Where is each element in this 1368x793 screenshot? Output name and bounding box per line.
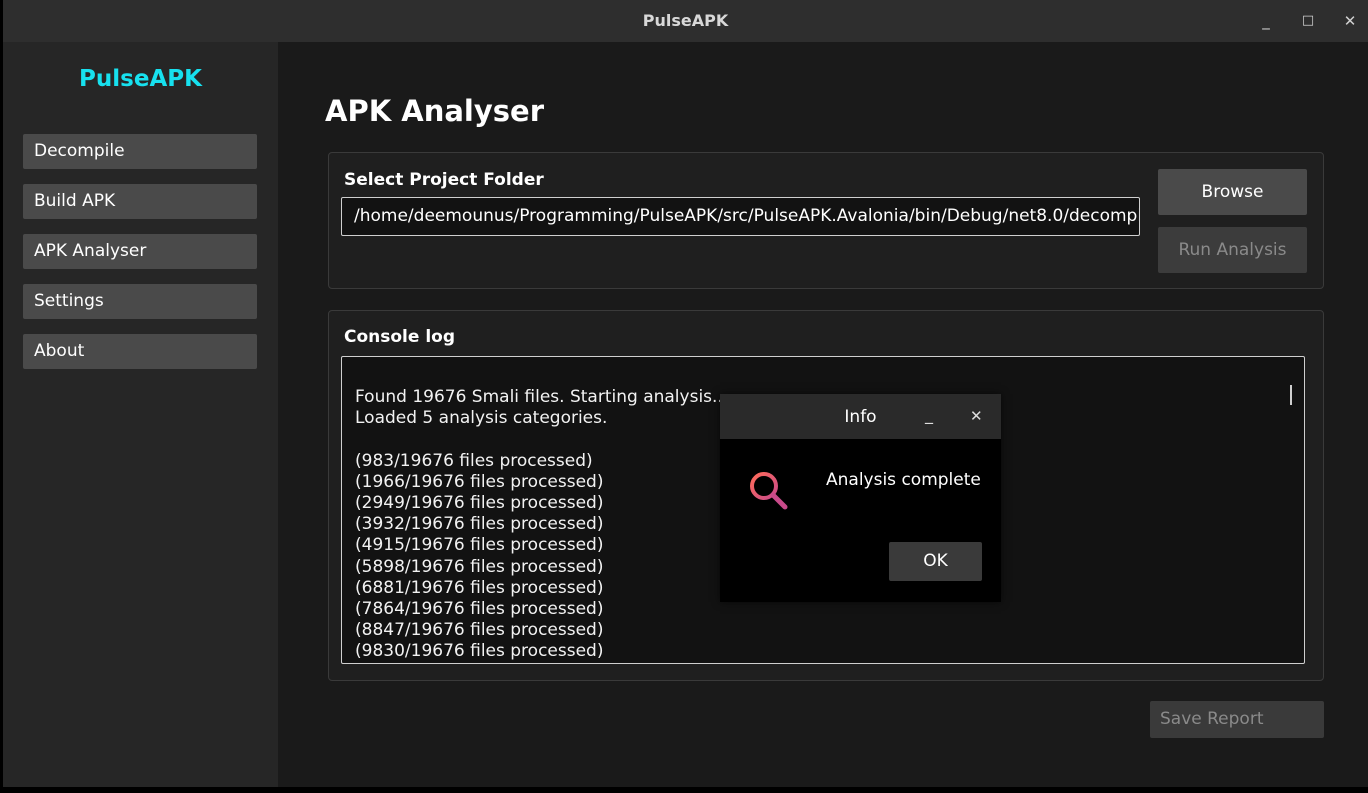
console-line: (1966/19676 files processed) (355, 471, 604, 492)
console-line: Loaded 5 analysis categories. (355, 408, 608, 429)
background-strip (0, 787, 1368, 793)
sidebar-item-apk-analyser[interactable]: APK Analyser (23, 234, 257, 269)
console-line: (7864/19676 files processed) (355, 599, 604, 620)
save-report-button[interactable]: Save Report (1150, 701, 1324, 738)
console-label: Console log (344, 327, 456, 347)
dialog-close-button[interactable]: ✕ (970, 407, 983, 425)
project-path-input[interactable]: /home/deemounus/Programming/PulseAPK/src… (341, 197, 1140, 236)
sidebar-item-build-apk[interactable]: Build APK (23, 184, 257, 219)
console-line: (5898/19676 files processed) (355, 556, 604, 577)
close-button[interactable]: ✕ (1338, 9, 1362, 33)
window-title: PulseAPK (642, 11, 729, 30)
info-dialog: Info _ ✕ Analysis complete OK (720, 394, 1001, 602)
console-line: (983/19676 files processed) (355, 450, 593, 471)
sidebar-item-settings[interactable]: Settings (23, 284, 257, 319)
sidebar-item-about[interactable]: About (23, 334, 257, 369)
magnifier-icon (750, 472, 788, 510)
console-line: (3932/19676 files processed) (355, 514, 604, 535)
console-line: (6881/19676 files processed) (355, 577, 604, 598)
run-analysis-button[interactable]: Run Analysis (1158, 227, 1307, 273)
maximize-button[interactable]: □ (1296, 9, 1320, 33)
dialog-title-bar[interactable]: Info _ ✕ (720, 394, 1001, 439)
minimize-button[interactable]: _ (1254, 9, 1278, 33)
console-line: Found 19676 Smali files. Starting analys… (355, 387, 729, 407)
page-title: APK Analyser (325, 94, 545, 128)
browse-button[interactable]: Browse (1158, 169, 1307, 215)
brand-logo-text: PulseAPK (79, 66, 202, 92)
dialog-title: Info (844, 407, 877, 427)
project-folder-label: Select Project Folder (344, 170, 544, 190)
console-line: (4915/19676 files processed) (355, 535, 604, 556)
sidebar-item-decompile[interactable]: Decompile (23, 134, 257, 169)
console-line: (2949/19676 files processed) (355, 493, 604, 514)
console-scrollbar[interactable] (1290, 385, 1292, 405)
title-bar[interactable]: PulseAPK _ □ ✕ (3, 0, 1368, 42)
console-log-text: Found 19676 Smali files. Starting analys… (355, 387, 728, 663)
dialog-message: Analysis complete (826, 470, 981, 490)
console-line: (8847/19676 files processed) (355, 620, 604, 641)
sidebar: PulseAPK Decompile Build APK APK Analyse… (3, 42, 278, 793)
ok-button[interactable]: OK (889, 542, 982, 581)
console-line: (9830/19676 files processed) (355, 641, 604, 662)
dialog-minimize-button[interactable]: _ (925, 405, 933, 424)
